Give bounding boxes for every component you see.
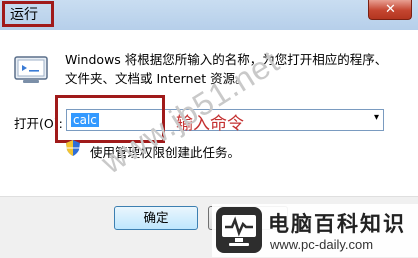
- logo-url-text: www.pc-daily.com: [270, 237, 374, 252]
- dropdown-arrow-icon[interactable]: ▾: [374, 112, 379, 123]
- close-button[interactable]: ✕: [368, 0, 412, 20]
- admin-shield-icon: [66, 140, 80, 156]
- monitor-logo-icon: [216, 207, 262, 253]
- ok-button[interactable]: 确定: [114, 206, 198, 230]
- title-bar: 运行 ✕: [0, 0, 418, 31]
- window-title: 运行: [10, 7, 38, 23]
- site-logo: 电脑百科知识 www.pc-daily.com: [212, 204, 418, 257]
- run-app-icon: [14, 56, 48, 83]
- close-icon: ✕: [385, 2, 396, 17]
- logo-main-text: 电脑百科知识: [268, 212, 406, 236]
